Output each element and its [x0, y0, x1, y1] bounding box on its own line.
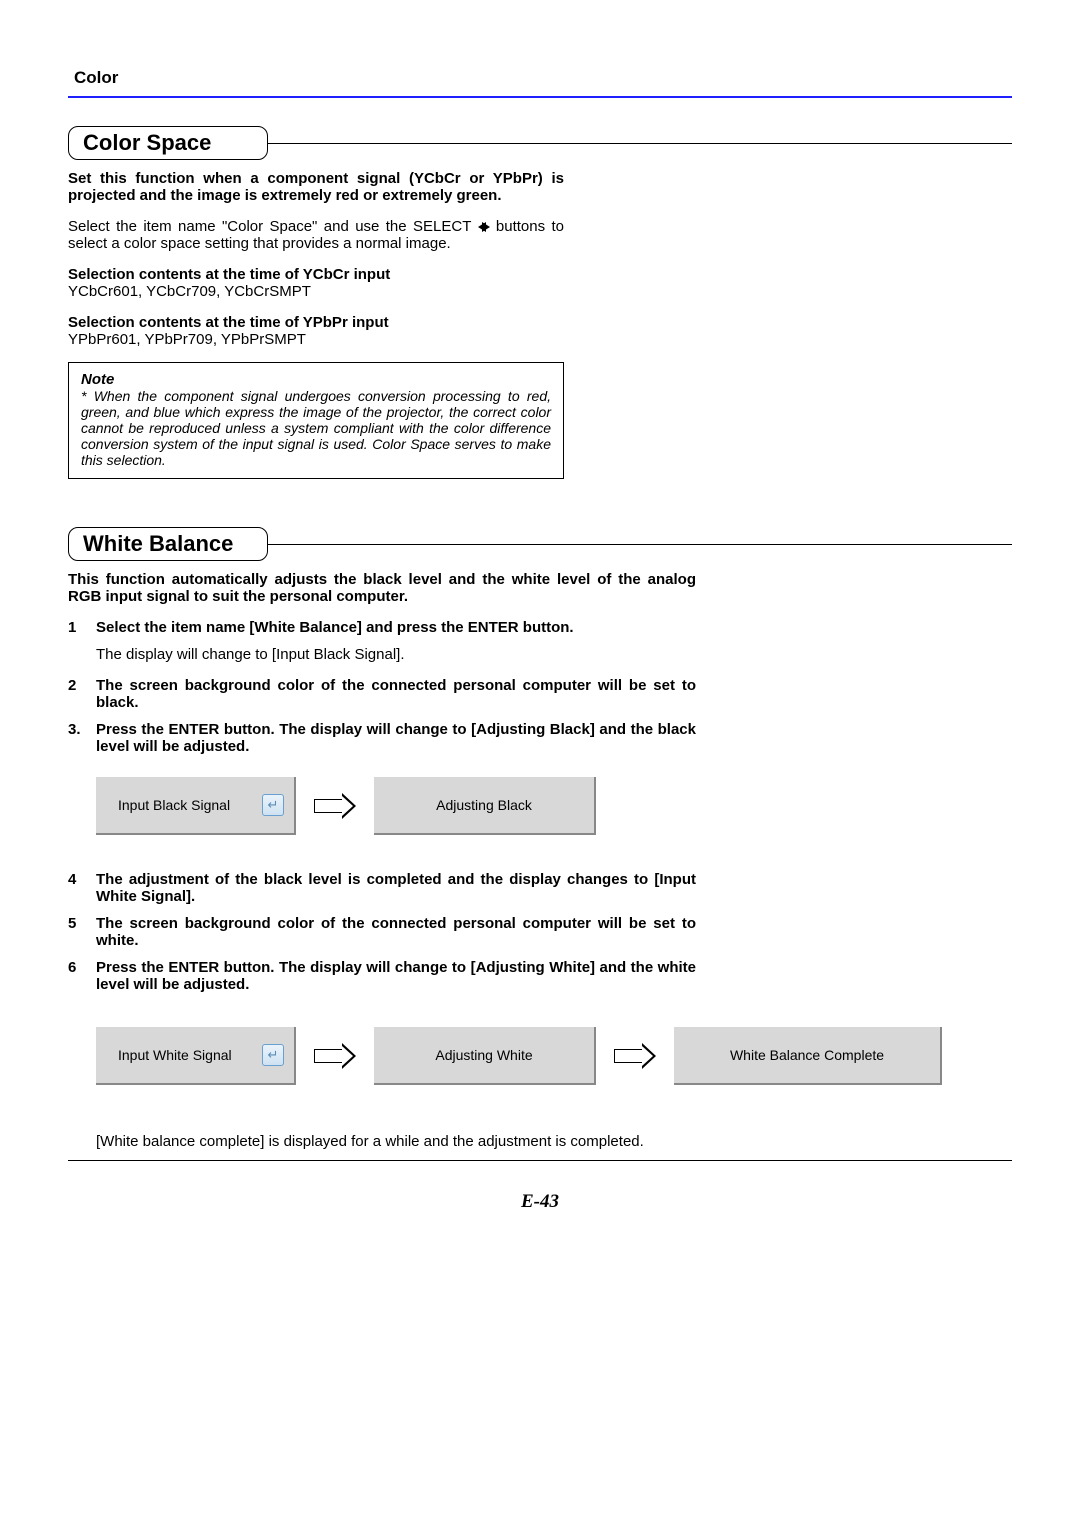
white-balance-block2: 4 The adjustment of the black level is c…	[68, 871, 696, 993]
step-num: 2	[68, 677, 96, 711]
step-num: 6	[68, 959, 96, 993]
box-label: White Balance Complete	[730, 1047, 884, 1063]
section-rule	[267, 544, 1012, 545]
step-text: The screen background color of the conne…	[96, 915, 696, 949]
footer-rule	[68, 1160, 1012, 1161]
box-input-black: Input Black Signal ↵	[96, 777, 296, 835]
step-3: 3. Press the ENTER button. The display w…	[68, 721, 696, 755]
enter-icon: ↵	[262, 794, 284, 816]
header-label: Color	[74, 68, 1012, 88]
box-label: Adjusting Black	[436, 797, 532, 813]
step-6: 6 Press the ENTER button. The display wi…	[68, 959, 696, 993]
step-5: 5 The screen background color of the con…	[68, 915, 696, 949]
color-space-column: Set this function when a component signa…	[68, 170, 564, 479]
ycbcr-label: Selection contents at the time of YCbCr …	[68, 266, 564, 283]
note-body: * When the component signal undergoes co…	[81, 388, 551, 468]
white-balance-block: This function automatically adjusts the …	[68, 571, 696, 755]
step-text: The screen background color of the conne…	[96, 677, 696, 711]
step-num: 3.	[68, 721, 96, 755]
note-title: Note	[81, 371, 551, 388]
box-adjusting-black: Adjusting Black	[374, 777, 596, 835]
step-num: 5	[68, 915, 96, 949]
step-4: 4 The adjustment of the black level is c…	[68, 871, 696, 905]
body-pre: Select the item name "Color Space" and u…	[68, 218, 478, 235]
step-1: 1 Select the item name [White Balance] a…	[68, 619, 696, 636]
step-num: 4	[68, 871, 96, 905]
section-color-space-header: Color Space	[68, 126, 1012, 160]
diagram-black: Input Black Signal ↵ Adjusting Black	[96, 777, 1012, 835]
box-label: Input White Signal	[118, 1047, 232, 1063]
box-wb-complete: White Balance Complete	[674, 1027, 942, 1085]
color-space-intro: Set this function when a component signa…	[68, 170, 564, 204]
header-rule	[68, 96, 1012, 98]
section-rule	[267, 143, 1012, 144]
white-balance-intro: This function automatically adjusts the …	[68, 571, 696, 605]
arrow-icon	[314, 1043, 356, 1069]
page-number: E-43	[68, 1191, 1012, 1213]
box-label: Adjusting White	[435, 1047, 532, 1063]
step-text: The adjustment of the black level is com…	[96, 871, 696, 905]
section-tab: White Balance	[68, 527, 268, 561]
step-1-plain: The display will change to [Input Black …	[96, 646, 696, 663]
arrow-icon	[314, 793, 356, 819]
section-tab: Color Space	[68, 126, 268, 160]
step-text: Select the item name [White Balance] and…	[96, 619, 696, 636]
arrow-icon	[614, 1043, 656, 1069]
color-space-body: Select the item name "Color Space" and u…	[68, 218, 564, 252]
note-box: Note * When the component signal undergo…	[68, 362, 564, 479]
box-label: Input Black Signal	[118, 797, 230, 813]
step-text: Press the ENTER button. The display will…	[96, 959, 696, 993]
diagram-white: Input White Signal ↵ Adjusting White Whi…	[96, 1027, 1012, 1085]
final-text: [White balance complete] is displayed fo…	[96, 1133, 696, 1150]
step-num: 1	[68, 619, 96, 636]
step-text: Press the ENTER button. The display will…	[96, 721, 696, 755]
box-adjusting-white: Adjusting White	[374, 1027, 596, 1085]
section-white-balance-header: White Balance	[68, 527, 1012, 561]
enter-icon: ↵	[262, 1044, 284, 1066]
box-input-white: Input White Signal ↵	[96, 1027, 296, 1085]
ypbpr-label: Selection contents at the time of YPbPr …	[68, 314, 564, 331]
ypbpr-values: YPbPr601, YPbPr709, YPbPrSMPT	[68, 331, 564, 348]
ycbcr-values: YCbCr601, YCbCr709, YCbCrSMPT	[68, 283, 564, 300]
select-right-icon	[482, 222, 490, 232]
step-2: 2 The screen background color of the con…	[68, 677, 696, 711]
